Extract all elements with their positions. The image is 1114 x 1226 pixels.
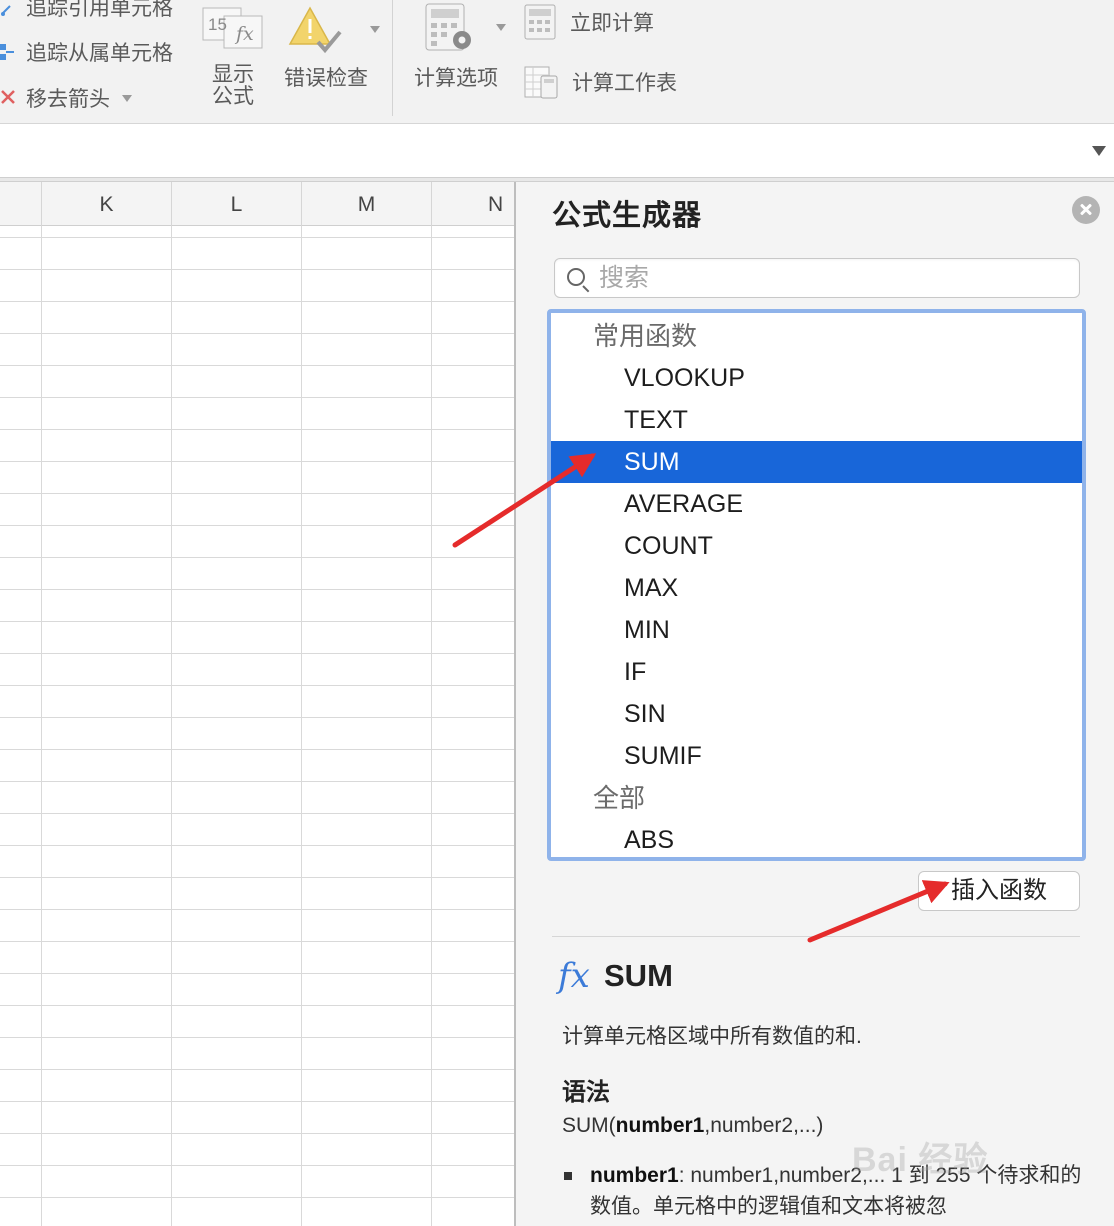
show-formulas-icon-number: 15 (208, 15, 227, 34)
syntax-suffix: ,number2,...) (704, 1114, 824, 1137)
function-detail-name: SUM (604, 958, 673, 993)
function-item-average[interactable]: AVERAGE (551, 483, 1082, 525)
function-detail-description: 计算单元格区域中所有数值的和. (562, 1025, 862, 1048)
function-list[interactable]: 常用函数 VLOOKUP TEXT SUM AVERAGE COUNT MAX … (547, 309, 1086, 861)
argument-name: number1 (590, 1164, 679, 1187)
insert-function-button[interactable]: 插入函数 (918, 871, 1080, 911)
calc-options-label: 计算选项 (414, 67, 498, 90)
pane-title: 公式生成器 (552, 200, 703, 232)
grid-line (41, 226, 42, 1226)
ribbon-toolbar: 追踪引用单元格 追踪从属单元格 移去箭头 15 fx 显示 公式 错误检查 计算… (0, 0, 1114, 124)
function-item-count[interactable]: COUNT (551, 525, 1082, 567)
show-formulas-label-2: 公式 (212, 85, 254, 108)
warning-icon (288, 6, 342, 54)
column-headers: K L M N (0, 182, 516, 226)
fx-icon: fx (558, 956, 590, 996)
function-item-if[interactable]: IF (551, 651, 1082, 693)
column-header-k[interactable]: K (42, 182, 172, 226)
syntax-arg-bold: number1 (615, 1114, 705, 1137)
calc-sheet-label: 计算工作表 (572, 72, 677, 95)
function-category-all[interactable]: 全部 (551, 777, 1082, 819)
pane-divider (552, 936, 1080, 937)
formula-builder-pane: 公式生成器 常用函数 VLOOKUP TEXT SUM AVERAGE COUN… (516, 182, 1114, 1226)
function-item-sumif[interactable]: SUMIF (551, 735, 1082, 777)
function-item-abs[interactable]: ABS (551, 819, 1082, 857)
grid-line (431, 226, 432, 1226)
chevron-down-icon[interactable] (122, 94, 132, 102)
column-header-partial[interactable] (0, 182, 42, 226)
ribbon-separator (392, 0, 393, 116)
grid-line (301, 226, 302, 1226)
cell-grid[interactable] (0, 226, 516, 1226)
grid-line (171, 226, 172, 1226)
function-item-text[interactable]: TEXT (551, 399, 1082, 441)
expand-formula-bar-icon[interactable] (1092, 146, 1106, 156)
search-input[interactable] (599, 261, 1069, 295)
syntax-prefix: SUM( (562, 1114, 616, 1137)
calc-sheet-icon (524, 66, 558, 99)
error-checking-button[interactable]: 错误检查 (280, 4, 380, 90)
bullet-icon (564, 1172, 572, 1180)
argument-description: number1: number1,number2,... 1 到 255 个待求… (562, 1160, 1086, 1222)
syntax-heading: 语法 (562, 1079, 610, 1106)
trace-dependents-button[interactable]: 追踪从属单元格 (0, 37, 173, 67)
search-icon (567, 268, 585, 286)
remove-arrows-button[interactable]: 移去箭头 (0, 83, 132, 113)
function-item-sum[interactable]: SUM (551, 441, 1082, 483)
trace-precedents-button[interactable]: 追踪引用单元格 (0, 0, 173, 22)
search-box[interactable] (554, 258, 1080, 298)
trace-dependents-icon (0, 41, 22, 63)
formula-bar[interactable] (0, 124, 1114, 178)
spreadsheet-grid[interactable]: K L M N (0, 182, 516, 1226)
calculator-gear-icon (425, 3, 471, 51)
calculator-icon (524, 4, 556, 40)
function-item-min[interactable]: MIN (551, 609, 1082, 651)
column-header-m[interactable]: M (302, 182, 432, 226)
remove-arrows-label: 移去箭头 (26, 88, 110, 111)
error-checking-label: 错误检查 (284, 67, 368, 90)
show-formulas-icon: 15 fx (202, 7, 263, 49)
calc-options-button[interactable]: 计算选项 (408, 2, 506, 90)
column-header-n[interactable]: N (432, 182, 516, 226)
calc-sheet-button[interactable]: 计算工作表 (524, 64, 677, 100)
trace-precedents-label: 追踪引用单元格 (26, 0, 173, 20)
remove-arrows-icon (0, 87, 22, 109)
trace-dependents-label: 追踪从属单元格 (26, 42, 173, 65)
close-icon[interactable] (1072, 196, 1100, 224)
chevron-down-icon[interactable] (496, 24, 506, 31)
syntax-text: SUM(number1,number2,...) (562, 1114, 823, 1138)
trace-precedents-icon (0, 0, 22, 18)
calc-now-label: 立即计算 (570, 12, 654, 35)
show-formulas-label-1: 显示 (212, 63, 254, 86)
watermark: Bai 经验 (852, 1141, 989, 1179)
show-formulas-icon-fx: fx (234, 23, 254, 45)
function-category-common[interactable]: 常用函数 (551, 315, 1082, 357)
calc-now-button[interactable]: 立即计算 (524, 4, 654, 40)
column-header-l[interactable]: L (172, 182, 302, 226)
function-item-vlookup[interactable]: VLOOKUP (551, 357, 1082, 399)
chevron-down-icon[interactable] (370, 26, 380, 33)
show-formulas-button[interactable]: 15 fx 显示 公式 (198, 6, 268, 108)
function-item-sin[interactable]: SIN (551, 693, 1082, 735)
function-item-max[interactable]: MAX (551, 567, 1082, 609)
